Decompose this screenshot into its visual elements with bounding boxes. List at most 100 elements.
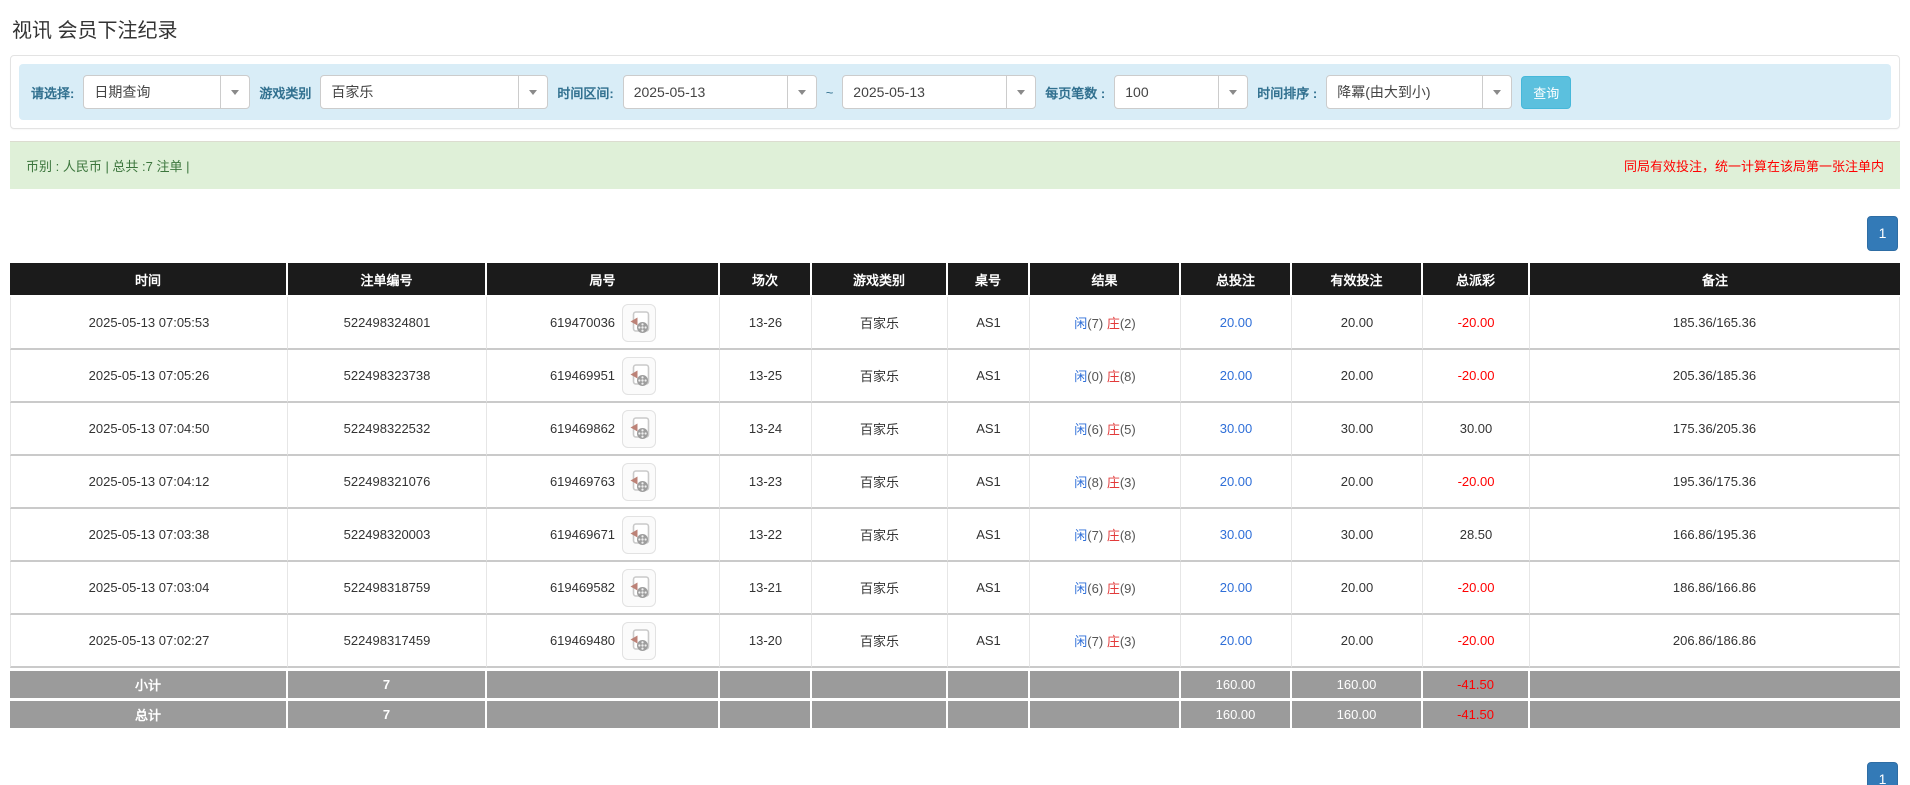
cell-session: 13-23 (720, 456, 812, 509)
cell-total-bet[interactable]: 20.00 (1181, 615, 1292, 668)
table-row: 2025-05-13 07:03:38 522498320003 6194696… (10, 509, 1900, 562)
page-size-select[interactable]: 100 (1114, 75, 1248, 109)
bet-records-table: 时间 注单编号 局号 场次 游戏类别 桌号 结果 总投注 有效投注 总派彩 备注… (10, 263, 1900, 728)
cell-valid-bet: 20.00 (1292, 350, 1423, 403)
cell-total-bet[interactable]: 30.00 (1181, 509, 1292, 562)
round-number: 619469763 (550, 474, 615, 489)
cell-result: 闲(0) 庄(8) (1030, 350, 1181, 403)
cell-session: 13-26 (720, 297, 812, 350)
result-banker-label: 庄 (1107, 316, 1120, 331)
cell-payout: -20.00 (1423, 562, 1530, 615)
date-to-select[interactable]: 2025-05-13 (842, 75, 1036, 109)
video-replay-button[interactable] (622, 463, 656, 501)
total-payout: -41.50 (1423, 698, 1530, 728)
date-from-select[interactable]: 2025-05-13 (623, 75, 817, 109)
cell-result: 闲(8) 庄(3) (1030, 456, 1181, 509)
video-replay-button[interactable] (622, 622, 656, 660)
header-note: 备注 (1530, 263, 1900, 297)
chevron-down-icon (1482, 76, 1511, 108)
results-summary-bar: 币别 : 人民币 | 总共 :7 注单 | 同局有效投注，统一计算在该局第一张注… (10, 141, 1900, 189)
cell-session: 13-20 (720, 615, 812, 668)
table-row: 2025-05-13 07:02:27 522498317459 6194694… (10, 615, 1900, 668)
cell-total-bet[interactable]: 20.00 (1181, 350, 1292, 403)
cell-valid-bet: 30.00 (1292, 403, 1423, 456)
cell-note: 195.36/175.36 (1530, 456, 1900, 509)
result-banker-label: 庄 (1107, 634, 1120, 649)
cell-bet-id: 522498320003 (288, 509, 487, 562)
cell-result: 闲(7) 庄(3) (1030, 615, 1181, 668)
cell-payout: 28.50 (1423, 509, 1530, 562)
video-replay-button[interactable] (622, 304, 656, 342)
date-range-label: 时间区间: (557, 83, 613, 102)
header-bet-id: 注单编号 (288, 263, 487, 297)
cell-time: 2025-05-13 07:05:26 (10, 350, 288, 403)
time-sort-select[interactable]: 降冪(由大到小) (1326, 75, 1512, 109)
round-number: 619469480 (550, 633, 615, 648)
cell-round: 619469763 (487, 456, 720, 509)
cell-game-type: 百家乐 (812, 562, 948, 615)
cell-session: 13-25 (720, 350, 812, 403)
total-label: 总计 (10, 698, 288, 728)
cell-total-bet[interactable]: 20.00 (1181, 562, 1292, 615)
video-replay-button[interactable] (622, 410, 656, 448)
date-to-value: 2025-05-13 (843, 76, 1006, 108)
total-count: 7 (288, 698, 487, 728)
cell-total-bet[interactable]: 30.00 (1181, 403, 1292, 456)
valid-bet-notice-text: 同局有效投注，统一计算在该局第一张注单内 (1624, 156, 1884, 175)
table-row: 2025-05-13 07:04:50 522498322532 6194698… (10, 403, 1900, 456)
subtotal-label: 小计 (10, 668, 288, 698)
cell-table-no: AS1 (948, 456, 1030, 509)
cell-table-no: AS1 (948, 297, 1030, 350)
cell-bet-id: 522498323738 (288, 350, 487, 403)
query-mode-select[interactable]: 日期查询 (83, 75, 250, 109)
cell-session: 13-22 (720, 509, 812, 562)
pagination-bottom: 1 (10, 762, 1900, 785)
result-player-score: (7) (1087, 634, 1103, 649)
game-type-label: 游戏类别 (259, 83, 311, 102)
result-banker-label: 庄 (1107, 475, 1120, 490)
subtotal-valid-bet: 160.00 (1292, 668, 1423, 698)
cell-round: 619470036 (487, 297, 720, 350)
video-replay-button[interactable] (622, 516, 656, 554)
result-player-label: 闲 (1074, 369, 1087, 384)
result-banker-score: (8) (1120, 369, 1136, 384)
cell-note: 186.86/166.86 (1530, 562, 1900, 615)
cell-table-no: AS1 (948, 615, 1030, 668)
subtotal-total-bet: 160.00 (1181, 668, 1292, 698)
result-player-score: (0) (1087, 369, 1103, 384)
cell-total-bet[interactable]: 20.00 (1181, 456, 1292, 509)
cell-note: 206.86/186.86 (1530, 615, 1900, 668)
cell-total-bet[interactable]: 20.00 (1181, 297, 1292, 350)
page-1-button[interactable]: 1 (1867, 762, 1898, 785)
result-player-score: (6) (1087, 581, 1103, 596)
cell-game-type: 百家乐 (812, 403, 948, 456)
result-banker-label: 庄 (1107, 581, 1120, 596)
page-1-button[interactable]: 1 (1867, 216, 1898, 251)
cell-payout: -20.00 (1423, 456, 1530, 509)
date-from-value: 2025-05-13 (624, 76, 787, 108)
cell-valid-bet: 20.00 (1292, 456, 1423, 509)
round-number: 619469862 (550, 421, 615, 436)
video-replay-button[interactable] (622, 569, 656, 607)
film-replay-icon (629, 629, 650, 653)
cell-game-type: 百家乐 (812, 350, 948, 403)
result-banker-label: 庄 (1107, 528, 1120, 543)
result-player-label: 闲 (1074, 528, 1087, 543)
cell-game-type: 百家乐 (812, 509, 948, 562)
header-time: 时间 (10, 263, 288, 297)
cell-note: 166.86/195.36 (1530, 509, 1900, 562)
cell-time: 2025-05-13 07:04:12 (10, 456, 288, 509)
result-player-label: 闲 (1074, 316, 1087, 331)
result-player-score: (6) (1087, 422, 1103, 437)
total-row: 总计 7 160.00 160.00 -41.50 (10, 698, 1900, 728)
game-type-select[interactable]: 百家乐 (320, 75, 548, 109)
video-replay-button[interactable] (622, 357, 656, 395)
cell-table-no: AS1 (948, 509, 1030, 562)
chevron-down-icon (787, 76, 816, 108)
search-button[interactable]: 查询 (1521, 76, 1571, 109)
cell-bet-id: 522498321076 (288, 456, 487, 509)
round-number: 619469582 (550, 580, 615, 595)
result-player-label: 闲 (1074, 422, 1087, 437)
subtotal-row: 小计 7 160.00 160.00 -41.50 (10, 668, 1900, 698)
film-replay-icon (629, 523, 650, 547)
